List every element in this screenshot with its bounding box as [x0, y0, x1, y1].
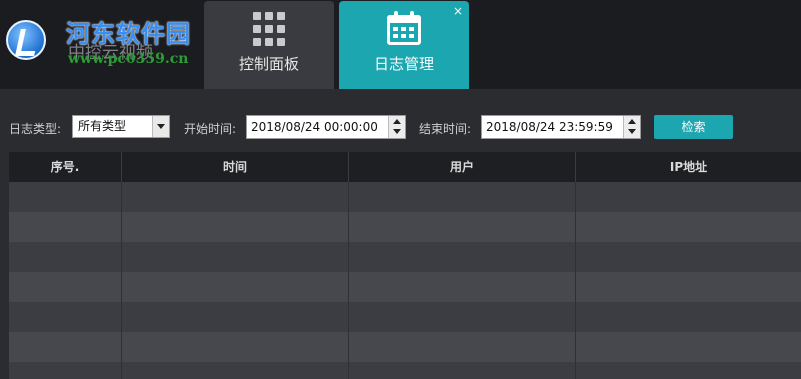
- table-cell: [576, 272, 801, 302]
- watermark-logo: 河东软件园 中控云视频 www.pc0359.cn: [4, 8, 204, 72]
- table-cell: [576, 332, 801, 362]
- spin-down-icon[interactable]: [628, 129, 636, 134]
- top-bar: 河东软件园 中控云视频 www.pc0359.cn 控制面板 × 日志管理: [0, 0, 801, 89]
- end-time-label: 结束时间:: [419, 122, 472, 136]
- start-time-input[interactable]: 2018/08/24 00:00:00: [246, 115, 406, 139]
- column-header-ip[interactable]: IP地址: [576, 152, 801, 182]
- chevron-down-icon[interactable]: [152, 116, 169, 137]
- table-cell: [349, 242, 576, 272]
- grid-icon: [249, 12, 289, 46]
- spin-up-icon[interactable]: [393, 119, 401, 124]
- table-cell: [576, 362, 801, 379]
- table-cell: [9, 302, 122, 332]
- table-cell: [576, 302, 801, 332]
- table-row[interactable]: [9, 362, 801, 379]
- table-cell: [9, 272, 122, 302]
- logo-badge-icon: [6, 20, 46, 60]
- table-cell: [122, 272, 349, 302]
- log-table: 序号. 时间 用户 IP地址: [9, 152, 801, 379]
- table-cell: [576, 182, 801, 212]
- log-type-select[interactable]: 所有类型: [72, 115, 170, 138]
- table-row[interactable]: [9, 182, 801, 212]
- calendar-icon: [387, 11, 421, 45]
- table-cell: [349, 272, 576, 302]
- table-row[interactable]: [9, 332, 801, 362]
- table-cell: [349, 302, 576, 332]
- end-time-spinner[interactable]: [623, 116, 640, 138]
- start-time-label: 开始时间:: [184, 122, 237, 136]
- table-cell: [576, 212, 801, 242]
- end-time-value: 2018/08/24 23:59:59: [486, 120, 613, 134]
- table-header: 序号. 时间 用户 IP地址: [9, 152, 801, 182]
- filter-bar: 日志类型: 所有类型 开始时间: 2018/08/24 00:00:00 结束时…: [0, 111, 801, 143]
- log-type-value: 所有类型: [78, 119, 127, 133]
- table-cell: [122, 212, 349, 242]
- close-icon[interactable]: ×: [453, 5, 463, 17]
- tab-log-label: 日志管理: [373, 55, 434, 73]
- table-cell: [122, 332, 349, 362]
- search-button[interactable]: 检索: [654, 115, 733, 139]
- log-type-label: 日志类型:: [9, 122, 62, 136]
- table-cell: [122, 302, 349, 332]
- table-cell: [349, 332, 576, 362]
- table-cell: [349, 182, 576, 212]
- table-cell: [122, 362, 349, 379]
- tab-dashboard[interactable]: 控制面板: [204, 1, 334, 89]
- column-header-index[interactable]: 序号.: [9, 152, 122, 182]
- end-time-input[interactable]: 2018/08/24 23:59:59: [481, 115, 641, 139]
- column-header-time[interactable]: 时间: [122, 152, 349, 182]
- table-row[interactable]: [9, 242, 801, 272]
- table-cell: [122, 242, 349, 272]
- table-cell: [349, 212, 576, 242]
- table-row[interactable]: [9, 272, 801, 302]
- table-cell: [9, 182, 122, 212]
- start-time-spinner[interactable]: [388, 116, 405, 138]
- table-cell: [9, 362, 122, 379]
- table-cell: [122, 182, 349, 212]
- table-row[interactable]: [9, 212, 801, 242]
- table-cell: [9, 332, 122, 362]
- logo-url: www.pc0359.cn: [68, 51, 189, 67]
- column-header-user[interactable]: 用户: [349, 152, 576, 182]
- spin-down-icon[interactable]: [393, 129, 401, 134]
- table-cell: [349, 362, 576, 379]
- start-time-value: 2018/08/24 00:00:00: [251, 120, 378, 134]
- spin-up-icon[interactable]: [628, 119, 636, 124]
- table-row[interactable]: [9, 302, 801, 332]
- tab-log-management[interactable]: × 日志管理: [339, 1, 469, 89]
- table-cell: [9, 212, 122, 242]
- tab-dashboard-label: 控制面板: [238, 55, 299, 73]
- table-cell: [576, 242, 801, 272]
- table-cell: [9, 242, 122, 272]
